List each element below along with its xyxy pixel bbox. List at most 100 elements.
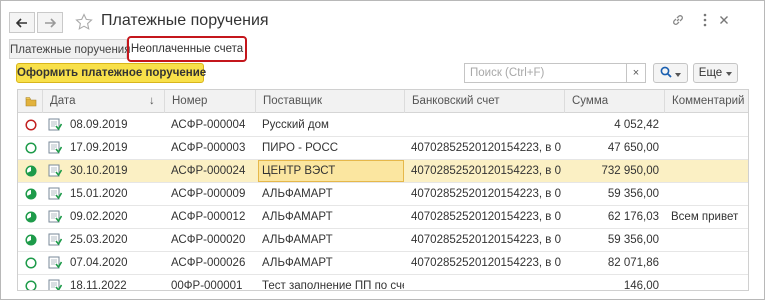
cell-number: АСФР-000012 [171, 211, 246, 223]
cell-sum: 4 052,42 [614, 119, 659, 131]
cell-comment [671, 160, 748, 182]
star-icon [75, 12, 93, 34]
folder-icon [25, 97, 37, 110]
payment-orders-table: Дата ↓ Номер Поставщик Банковский счет С… [17, 89, 749, 291]
cell-supplier: Русский дом [262, 119, 329, 131]
payment-status-partial-icon [25, 188, 37, 200]
table-row[interactable]: 08.09.2019 АСФР-000004 Русский дом 4 052,42 [18, 114, 748, 137]
cell-date: 30.10.2019 [70, 165, 128, 177]
table-row[interactable]: 18.11.2022 00ФР-000001 Тест заполнение ПП … [18, 275, 748, 291]
more-button[interactable]: Еще [693, 63, 738, 83]
cell-sum: 732 950,00 [601, 165, 659, 177]
column-header-sum[interactable]: Сумма [564, 90, 664, 113]
cell-supplier: АЛЬФАМАРТ [262, 188, 333, 200]
payment-status-paid-icon [25, 280, 37, 290]
cell-date: 17.09.2019 [70, 142, 128, 154]
cell-number: АСФР-000004 [171, 119, 246, 131]
link-button[interactable] [669, 12, 687, 30]
search-button[interactable] [653, 63, 688, 83]
link-icon [671, 13, 685, 30]
forward-arrow-icon [44, 17, 56, 28]
cell-date: 09.02.2020 [70, 211, 128, 223]
search-clear-button[interactable]: × [626, 64, 645, 82]
more-label: Еще [698, 67, 723, 79]
cell-account: 40702852520120154223, в 044... [411, 165, 561, 177]
sort-indicator: ↓ [149, 95, 155, 107]
form-window: Платежные поручения Платежные поручения … [0, 0, 765, 300]
cell-comment [671, 252, 748, 274]
cell-comment [671, 114, 748, 136]
cell-comment [671, 275, 748, 290]
table-row[interactable]: 17.09.2019 АСФР-000003 ПИРО - РОСС 40702852… [18, 137, 748, 160]
cell-number: АСФР-000020 [171, 234, 246, 246]
tab-highlight-frame [127, 36, 247, 62]
cell-comment [671, 137, 748, 159]
table-row[interactable]: 07.04.2020 АСФР-000026 АЛЬФАМАРТ 4070285252… [18, 252, 748, 275]
cell-supplier: Тест заполнение ПП по счету [262, 280, 404, 291]
cell-supplier: ЦЕНТР ВЭСТ [262, 165, 336, 177]
close-button[interactable] [715, 12, 733, 30]
create-payment-order-button[interactable]: Оформить платежное поручение [16, 63, 206, 83]
cell-sum: 146,00 [623, 280, 659, 291]
document-posted-icon [48, 279, 63, 290]
cell-date: 25.03.2020 [70, 234, 128, 246]
search-icon [660, 66, 672, 81]
table-row[interactable]: 25.03.2020 АСФР-000020 АЛЬФАМАРТ 4070285252… [18, 229, 748, 252]
cell-account: 40702852520120154223, в 044... [411, 142, 561, 154]
cell-supplier: АЛЬФАМАРТ [262, 257, 333, 269]
cell-supplier: ПИРО - РОСС [262, 142, 339, 154]
cell-account: 40702852520120154223, в 044... [411, 257, 561, 269]
cell-number: АСФР-000003 [171, 142, 246, 154]
back-arrow-icon [16, 17, 28, 28]
cell-sum: 59 356,00 [607, 234, 659, 246]
cell-date: 07.04.2020 [70, 257, 128, 269]
cell-account: 40702852520120154223, в 044... [411, 211, 561, 223]
cell-supplier: АЛЬФАМАРТ [262, 211, 333, 223]
table-row[interactable]: 30.10.2019 АСФР-000024 ЦЕНТР ВЭСТ 407028525… [18, 160, 748, 183]
cell-number: АСФР-000026 [171, 257, 246, 269]
cell-number: АСФР-000009 [171, 188, 246, 200]
cell-account [411, 275, 561, 290]
cell-supplier: АЛЬФАМАРТ [262, 234, 333, 246]
search-input[interactable] [465, 64, 625, 82]
cell-comment [671, 183, 748, 205]
cell-sum: 62 176,03 [607, 211, 659, 223]
payment-status-partial-icon [25, 234, 37, 246]
forward-button[interactable] [37, 12, 63, 33]
table-header: Дата ↓ Номер Поставщик Банковский счет С… [18, 90, 748, 113]
cell-account: 40702852520120154223, в 044... [411, 234, 561, 246]
document-posted-icon [48, 233, 63, 247]
column-header-date[interactable]: Дата ↓ [42, 90, 164, 113]
payment-status-paid-icon [25, 257, 37, 269]
payment-status-partial-icon [25, 165, 37, 177]
cell-number: 00ФР-000001 [171, 280, 243, 291]
chevron-down-icon [675, 66, 681, 80]
header-status-icon-column[interactable] [18, 90, 42, 113]
payment-status-partial-icon [25, 211, 37, 223]
cell-number: АСФР-000024 [171, 165, 246, 177]
search-field: × [464, 63, 646, 83]
tab-payment-orders[interactable]: Платежные поручения [9, 39, 130, 59]
column-header-supplier[interactable]: Поставщик [255, 90, 404, 113]
payment-status-paid-icon [25, 142, 37, 154]
cell-comment: Всем привет [671, 211, 739, 223]
document-posted-icon [48, 141, 63, 155]
cell-account [411, 114, 561, 136]
column-header-bank-account[interactable]: Банковский счет [404, 90, 564, 113]
close-icon [719, 14, 729, 28]
document-posted-icon [48, 256, 63, 270]
cell-date: 15.01.2020 [70, 188, 128, 200]
column-header-number[interactable]: Номер [164, 90, 255, 113]
back-button[interactable] [9, 12, 35, 33]
favorite-button[interactable] [73, 12, 95, 34]
cell-sum: 59 356,00 [607, 188, 659, 200]
column-header-comment[interactable]: Комментарий [664, 90, 748, 113]
cell-account: 40702852520120154223, в 044... [411, 188, 561, 200]
document-posted-icon [48, 164, 63, 178]
more-vertical-icon [703, 13, 707, 30]
table-row[interactable]: 09.02.2020 АСФР-000012 АЛЬФАМАРТ 4070285252… [18, 206, 748, 229]
cell-sum: 47 650,00 [607, 142, 659, 154]
table-row[interactable]: 15.01.2020 АСФР-000009 АЛЬФАМАРТ 4070285252… [18, 183, 748, 206]
document-posted-icon [48, 187, 63, 201]
more-vertical-button[interactable] [696, 12, 714, 30]
